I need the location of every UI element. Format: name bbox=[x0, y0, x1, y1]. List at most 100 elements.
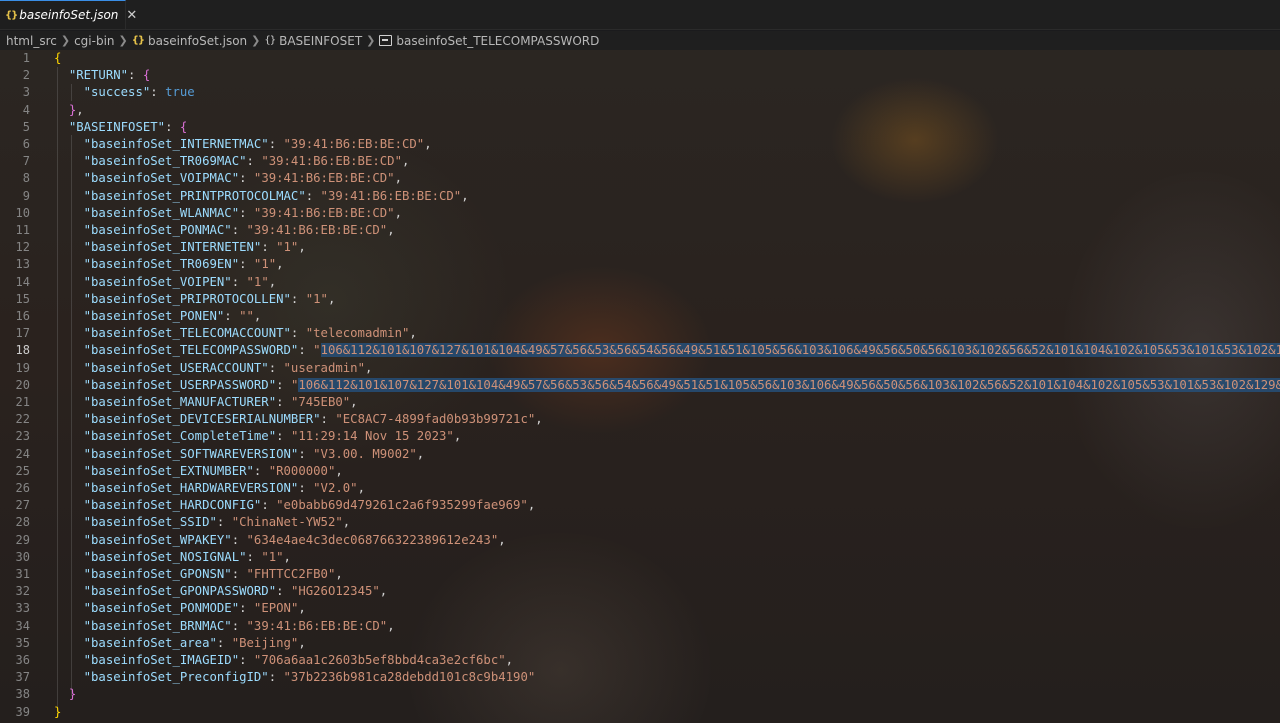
json-brace: { bbox=[54, 51, 62, 65]
code-line[interactable]: 2 "RETURN": { bbox=[0, 67, 1280, 84]
code-content: "baseinfoSet_PRINTPROTOCOLMAC": "39:41:B… bbox=[54, 188, 469, 205]
line-number: 27 bbox=[15, 498, 30, 513]
code-line[interactable]: 35 "baseinfoSet_area": "Beijing", bbox=[0, 635, 1280, 652]
json-colon: : bbox=[246, 549, 262, 564]
code-line[interactable]: 24 "baseinfoSet_SOFTWAREVERSION": "V3.00… bbox=[0, 446, 1280, 463]
code-line[interactable]: 19 "baseinfoSet_USERACCOUNT": "useradmin… bbox=[0, 360, 1280, 377]
line-number: 24 bbox=[15, 446, 30, 461]
line-number: 23 bbox=[15, 429, 30, 444]
line-number: 7 bbox=[22, 154, 30, 169]
code-line[interactable]: 6 "baseinfoSet_INTERNETMAC": "39:41:B6:E… bbox=[0, 136, 1280, 153]
json-key: "baseinfoSet_PRIPROTOCOLLEN" bbox=[83, 291, 291, 306]
code-content: "baseinfoSet_INTERNETEN": "1", bbox=[54, 239, 306, 256]
code-line[interactable]: 32 "baseinfoSet_GPONPASSWORD": "HG26O123… bbox=[0, 583, 1280, 600]
line-number: 17 bbox=[15, 326, 30, 341]
code-line[interactable]: 12 "baseinfoSet_INTERNETEN": "1", bbox=[0, 239, 1280, 256]
json-key: "baseinfoSet_HARDWAREVERSION" bbox=[83, 481, 299, 495]
tab-baseinfoset-json[interactable]: {} baseinfoSet.json ✕ bbox=[0, 0, 137, 29]
code-content: "baseinfoSet_NOSIGNAL": "1", bbox=[54, 549, 291, 566]
code-line[interactable]: 18 "baseinfoSet_TELECOMPASSWORD": "106&1… bbox=[0, 342, 1280, 359]
code-line[interactable]: 36 "baseinfoSet_IMAGEID": "706a6aa1c2603… bbox=[0, 652, 1280, 669]
code-line[interactable]: 10 "baseinfoSet_WLANMAC": "39:41:B6:EB:B… bbox=[0, 205, 1280, 222]
breadcrumb-item-baseinfoset[interactable]: BASEINFOSET bbox=[279, 34, 362, 48]
json-boolean-value: true bbox=[165, 85, 195, 100]
code-editor[interactable]: 1{2 "RETURN": {3 "success": true 4 }, 5 "B… bbox=[0, 50, 1280, 723]
tab-title: baseinfoSet.json bbox=[19, 8, 119, 22]
code-line[interactable]: 5 "BASEINFOSET": { bbox=[0, 119, 1280, 136]
code-line[interactable]: 15 "baseinfoSet_PRIPROTOCOLLEN": "1", bbox=[0, 291, 1280, 308]
line-number: 31 bbox=[15, 567, 30, 581]
json-colon: : bbox=[305, 188, 321, 203]
json-string-value: "1" bbox=[305, 291, 328, 306]
json-string-value: "V3.00. M9002" bbox=[313, 446, 417, 461]
json-colon: : bbox=[150, 85, 166, 100]
json-comma: , bbox=[527, 498, 536, 513]
code-line[interactable]: 31 "baseinfoSet_GPONSN": "FHTTCC2FB0", bbox=[0, 566, 1280, 583]
vscode-window: {} baseinfoSet.json ✕ html_src ❯ cgi-bin… bbox=[0, 0, 1280, 723]
breadcrumb-item-html-src[interactable]: html_src bbox=[6, 34, 57, 48]
json-key: "RETURN" bbox=[68, 68, 129, 83]
code-line[interactable]: 8 "baseinfoSet_VOIPMAC": "39:41:B6:EB:BE… bbox=[0, 170, 1280, 187]
line-number: 29 bbox=[15, 532, 30, 547]
json-colon: : bbox=[239, 171, 254, 186]
code-line[interactable]: 33 "baseinfoSet_PONMODE": "EPON", bbox=[0, 600, 1280, 617]
selected-string-value: 106&112&101&107&127&101&104&49&57&56&53&… bbox=[298, 377, 1280, 392]
code-line[interactable]: 13 "baseinfoSet_TR069EN": "1", bbox=[0, 256, 1280, 273]
json-colon: : bbox=[298, 481, 314, 495]
json-string-value: "1" bbox=[261, 549, 284, 564]
json-colon: : bbox=[298, 343, 314, 358]
code-line[interactable]: 23 "baseinfoSet_CompleteTime": "11:29:14… bbox=[0, 428, 1280, 445]
json-string-value: "EC8AC7-4899fad0b93b99721c" bbox=[335, 412, 536, 427]
code-line[interactable]: 26 "baseinfoSet_HARDWAREVERSION": "V2.0"… bbox=[0, 480, 1280, 497]
line-number: 34 bbox=[15, 618, 30, 633]
line-number: 36 bbox=[15, 653, 30, 667]
json-comma: , bbox=[387, 223, 395, 237]
code-line[interactable]: 1{ bbox=[0, 50, 1280, 67]
object-braces-icon: {} bbox=[264, 35, 276, 46]
code-line[interactable]: 14 "baseinfoSet_VOIPEN": "1", bbox=[0, 274, 1280, 291]
code-line[interactable]: 27 "baseinfoSet_HARDCONFIG": "e0babb69d4… bbox=[0, 497, 1280, 514]
code-line[interactable]: 7 "baseinfoSet_TR069MAC": "39:41:B6:EB:B… bbox=[0, 153, 1280, 170]
code-line[interactable]: 29 "baseinfoSet_WPAKEY": "634e4ae4c3dec0… bbox=[0, 532, 1280, 549]
code-line[interactable]: 37 "baseinfoSet_PreconfigID": "37b2236b9… bbox=[0, 669, 1280, 686]
chevron-right-icon: ❯ bbox=[118, 34, 128, 47]
json-key: "baseinfoSet_INTERNETEN" bbox=[83, 240, 262, 255]
json-string-value: "V2.0" bbox=[313, 481, 358, 495]
code-content: "baseinfoSet_TR069EN": "1", bbox=[54, 256, 284, 273]
close-icon[interactable]: ✕ bbox=[126, 8, 137, 23]
code-line[interactable]: 16 "baseinfoSet_PONEN": "", bbox=[0, 308, 1280, 325]
json-key: "baseinfoSet_PONMODE" bbox=[83, 601, 240, 616]
json-colon: : bbox=[276, 584, 291, 599]
json-colon: : bbox=[276, 395, 291, 409]
code-line[interactable]: 28 "baseinfoSet_SSID": "ChinaNet-YW52", bbox=[0, 514, 1280, 531]
code-line[interactable]: 38 } bbox=[0, 686, 1280, 703]
code-line[interactable]: 3 "success": true bbox=[0, 84, 1280, 101]
json-key: "baseinfoSet_USERPASSWORD" bbox=[83, 377, 277, 392]
line-number: 15 bbox=[15, 291, 30, 306]
code-line[interactable]: 34 "baseinfoSet_BRNMAC": "39:41:B6:EB:BE… bbox=[0, 618, 1280, 635]
json-comma: , bbox=[394, 171, 402, 186]
json-comma: , bbox=[327, 291, 336, 306]
json-string-value: "37b2236b981ca28debdd101c8c9b4190" bbox=[283, 670, 536, 685]
code-content: "baseinfoSet_area": "Beijing", bbox=[54, 635, 306, 652]
code-line[interactable]: 39} bbox=[0, 704, 1280, 721]
code-line[interactable]: 25 "baseinfoSet_EXTNUMBER": "R000000", bbox=[0, 463, 1280, 480]
json-comma: , bbox=[416, 446, 425, 461]
breadcrumb-item-file[interactable]: baseinfoSet.json bbox=[148, 34, 247, 48]
json-comma: , bbox=[364, 360, 373, 375]
code-line[interactable]: 17 "baseinfoSet_TELECOMACCOUNT": "teleco… bbox=[0, 325, 1280, 342]
breadcrumb-item-telecompassword[interactable]: baseinfoSet_TELECOMPASSWORD bbox=[396, 34, 599, 48]
line-number: 13 bbox=[15, 257, 30, 272]
code-line[interactable]: 21 "baseinfoSet_MANUFACTURER": "745EB0", bbox=[0, 394, 1280, 411]
code-line[interactable]: 4 }, bbox=[0, 102, 1280, 119]
selected-string-value: 106&112&101&107&127&101&104&49&57&56&53&… bbox=[320, 343, 1280, 358]
code-line[interactable]: 11 "baseinfoSet_PONMAC": "39:41:B6:EB:BE… bbox=[0, 222, 1280, 239]
json-brace: { bbox=[142, 68, 151, 83]
code-line[interactable]: 30 "baseinfoSet_NOSIGNAL": "1", bbox=[0, 549, 1280, 566]
code-line[interactable]: 22 "baseinfoSet_DEVICESERIALNUMBER": "EC… bbox=[0, 411, 1280, 428]
line-number: 5 bbox=[22, 119, 30, 134]
code-line[interactable]: 20 "baseinfoSet_USERPASSWORD": "106&112&… bbox=[0, 377, 1280, 394]
breadcrumb-item-cgi-bin[interactable]: cgi-bin bbox=[74, 34, 114, 48]
json-colon: : bbox=[165, 119, 180, 134]
code-line[interactable]: 9 "baseinfoSet_PRINTPROTOCOLMAC": "39:41… bbox=[0, 188, 1280, 205]
